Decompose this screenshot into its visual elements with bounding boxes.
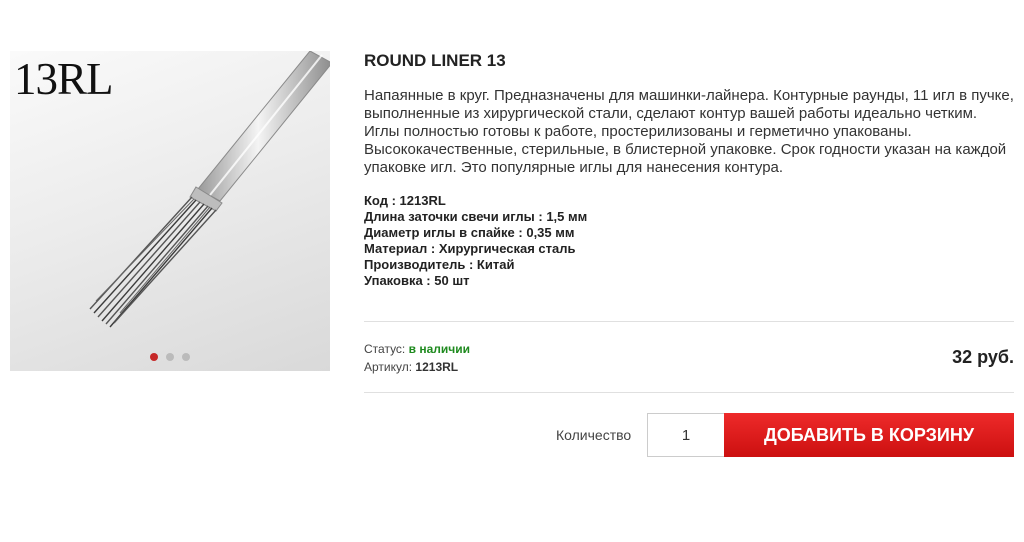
product-image-gallery[interactable]: 13RL [10, 51, 330, 371]
spec-label: Диаметр иглы в спайке [364, 225, 515, 240]
product-title: ROUND LINER 13 [364, 51, 506, 70]
spec-row: Упаковка : 50 шт [364, 273, 470, 288]
product-price: 32 руб. [952, 347, 1014, 367]
spec-row: Длина заточки свечи иглы : 1,5 мм [364, 209, 588, 224]
product-description: Напаянные в круг. Предназначены для маши… [364, 87, 1014, 176]
status-label: Статус: [364, 342, 406, 356]
spec-label: Длина заточки свечи иглы [364, 209, 535, 224]
status-row: Статус: в наличии [364, 340, 470, 358]
sku-row: Артикул: 1213RL [364, 358, 470, 376]
divider-top [364, 321, 1014, 322]
product-specs: Код : 1213RL Длина заточки свечи иглы : … [364, 193, 1014, 289]
spec-row: Материал : Хирургическая сталь [364, 241, 576, 256]
image-caption: 13RL [14, 54, 114, 104]
spec-value: 50 шт [434, 273, 470, 288]
spec-row: Производитель : Китай [364, 257, 515, 272]
sku-label: Артикул: [364, 360, 413, 374]
spec-value: 1213RL [399, 193, 446, 208]
spec-label: Производитель [364, 257, 466, 272]
add-to-cart-button[interactable]: ДОБАВИТЬ В КОРЗИНУ [724, 413, 1014, 457]
availability-block: Статус: в наличии Артикул: 1213RL [364, 340, 470, 376]
spec-label: Материал [364, 241, 428, 256]
divider-bottom [364, 392, 1014, 393]
spec-row: Код : 1213RL [364, 193, 446, 208]
quantity-label: Количество [556, 427, 632, 443]
product-info: ROUND LINER 13 Напаянные в круг. Предназ… [364, 50, 1014, 289]
spec-value: Хирургическая сталь [438, 241, 576, 256]
spec-row: Диаметр иглы в спайке : 0,35 мм [364, 225, 575, 240]
spec-value: 1,5 мм [546, 209, 588, 224]
product-page: 13RL ROUND LINER 13 Напаянные в круг. Пр… [0, 0, 1024, 542]
quantity-input[interactable] [647, 413, 724, 457]
spec-value: 0,35 мм [526, 225, 575, 240]
spec-label: Код [364, 193, 388, 208]
gallery-dot-2[interactable] [166, 353, 174, 361]
status-badge: в наличии [408, 342, 470, 356]
gallery-pagination [10, 353, 330, 361]
spec-label: Упаковка [364, 273, 423, 288]
gallery-dot-3[interactable] [182, 353, 190, 361]
gallery-dot-1[interactable] [150, 353, 158, 361]
spec-value: Китай [476, 257, 515, 272]
sku-value: 1213RL [415, 360, 459, 374]
